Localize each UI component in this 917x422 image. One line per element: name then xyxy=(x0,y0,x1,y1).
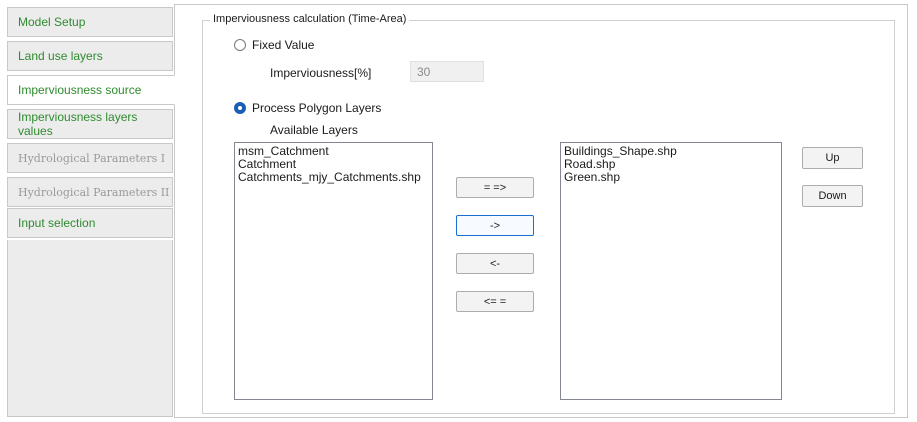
list-item[interactable]: Green.shp xyxy=(564,171,778,184)
tab-land-use-layers[interactable]: Land use layers xyxy=(7,41,173,71)
imperviousness-label: Imperviousness[%] xyxy=(270,66,372,80)
fixed-value-radio[interactable] xyxy=(234,39,246,51)
groupbox-title: Imperviousness calculation (Time-Area) xyxy=(210,13,410,25)
list-item[interactable]: Catchments_mjy_Catchments.shp xyxy=(238,171,429,184)
process-polygon-option[interactable]: Process Polygon Layers xyxy=(234,101,381,115)
process-polygon-radio[interactable] xyxy=(234,102,246,114)
selected-layers-list[interactable]: Buildings_Shape.shp Road.shp Green.shp xyxy=(560,142,782,400)
remove-button[interactable]: <- xyxy=(456,253,534,274)
move-up-button[interactable]: Up xyxy=(802,147,863,169)
tab-hydrological-parameters-2: Hydrological Parameters II xyxy=(7,177,173,207)
move-down-button[interactable]: Down xyxy=(802,185,863,207)
remove-all-button[interactable]: <= = xyxy=(456,291,534,312)
imperviousness-value-field[interactable] xyxy=(410,61,484,82)
tab-strip-background xyxy=(7,240,173,417)
add-all-button[interactable]: = => xyxy=(456,177,534,198)
available-layers-label: Available Layers xyxy=(270,123,358,137)
tab-hydrological-parameters-1: Hydrological Parameters I xyxy=(7,143,173,173)
available-layers-list[interactable]: msm_Catchment Catchment Catchments_mjy_C… xyxy=(234,142,433,400)
tab-imperviousness-source[interactable]: Imperviousness source xyxy=(7,75,175,105)
tab-imperviousness-layers-values[interactable]: Imperviousness layers values xyxy=(7,109,173,139)
process-polygon-label: Process Polygon Layers xyxy=(252,101,382,115)
fixed-value-option[interactable]: Fixed Value xyxy=(234,38,314,52)
tab-model-setup[interactable]: Model Setup xyxy=(7,7,173,37)
tab-input-selection[interactable]: Input selection xyxy=(7,208,173,238)
add-button[interactable]: -> xyxy=(456,215,534,236)
fixed-value-label: Fixed Value xyxy=(252,38,315,52)
